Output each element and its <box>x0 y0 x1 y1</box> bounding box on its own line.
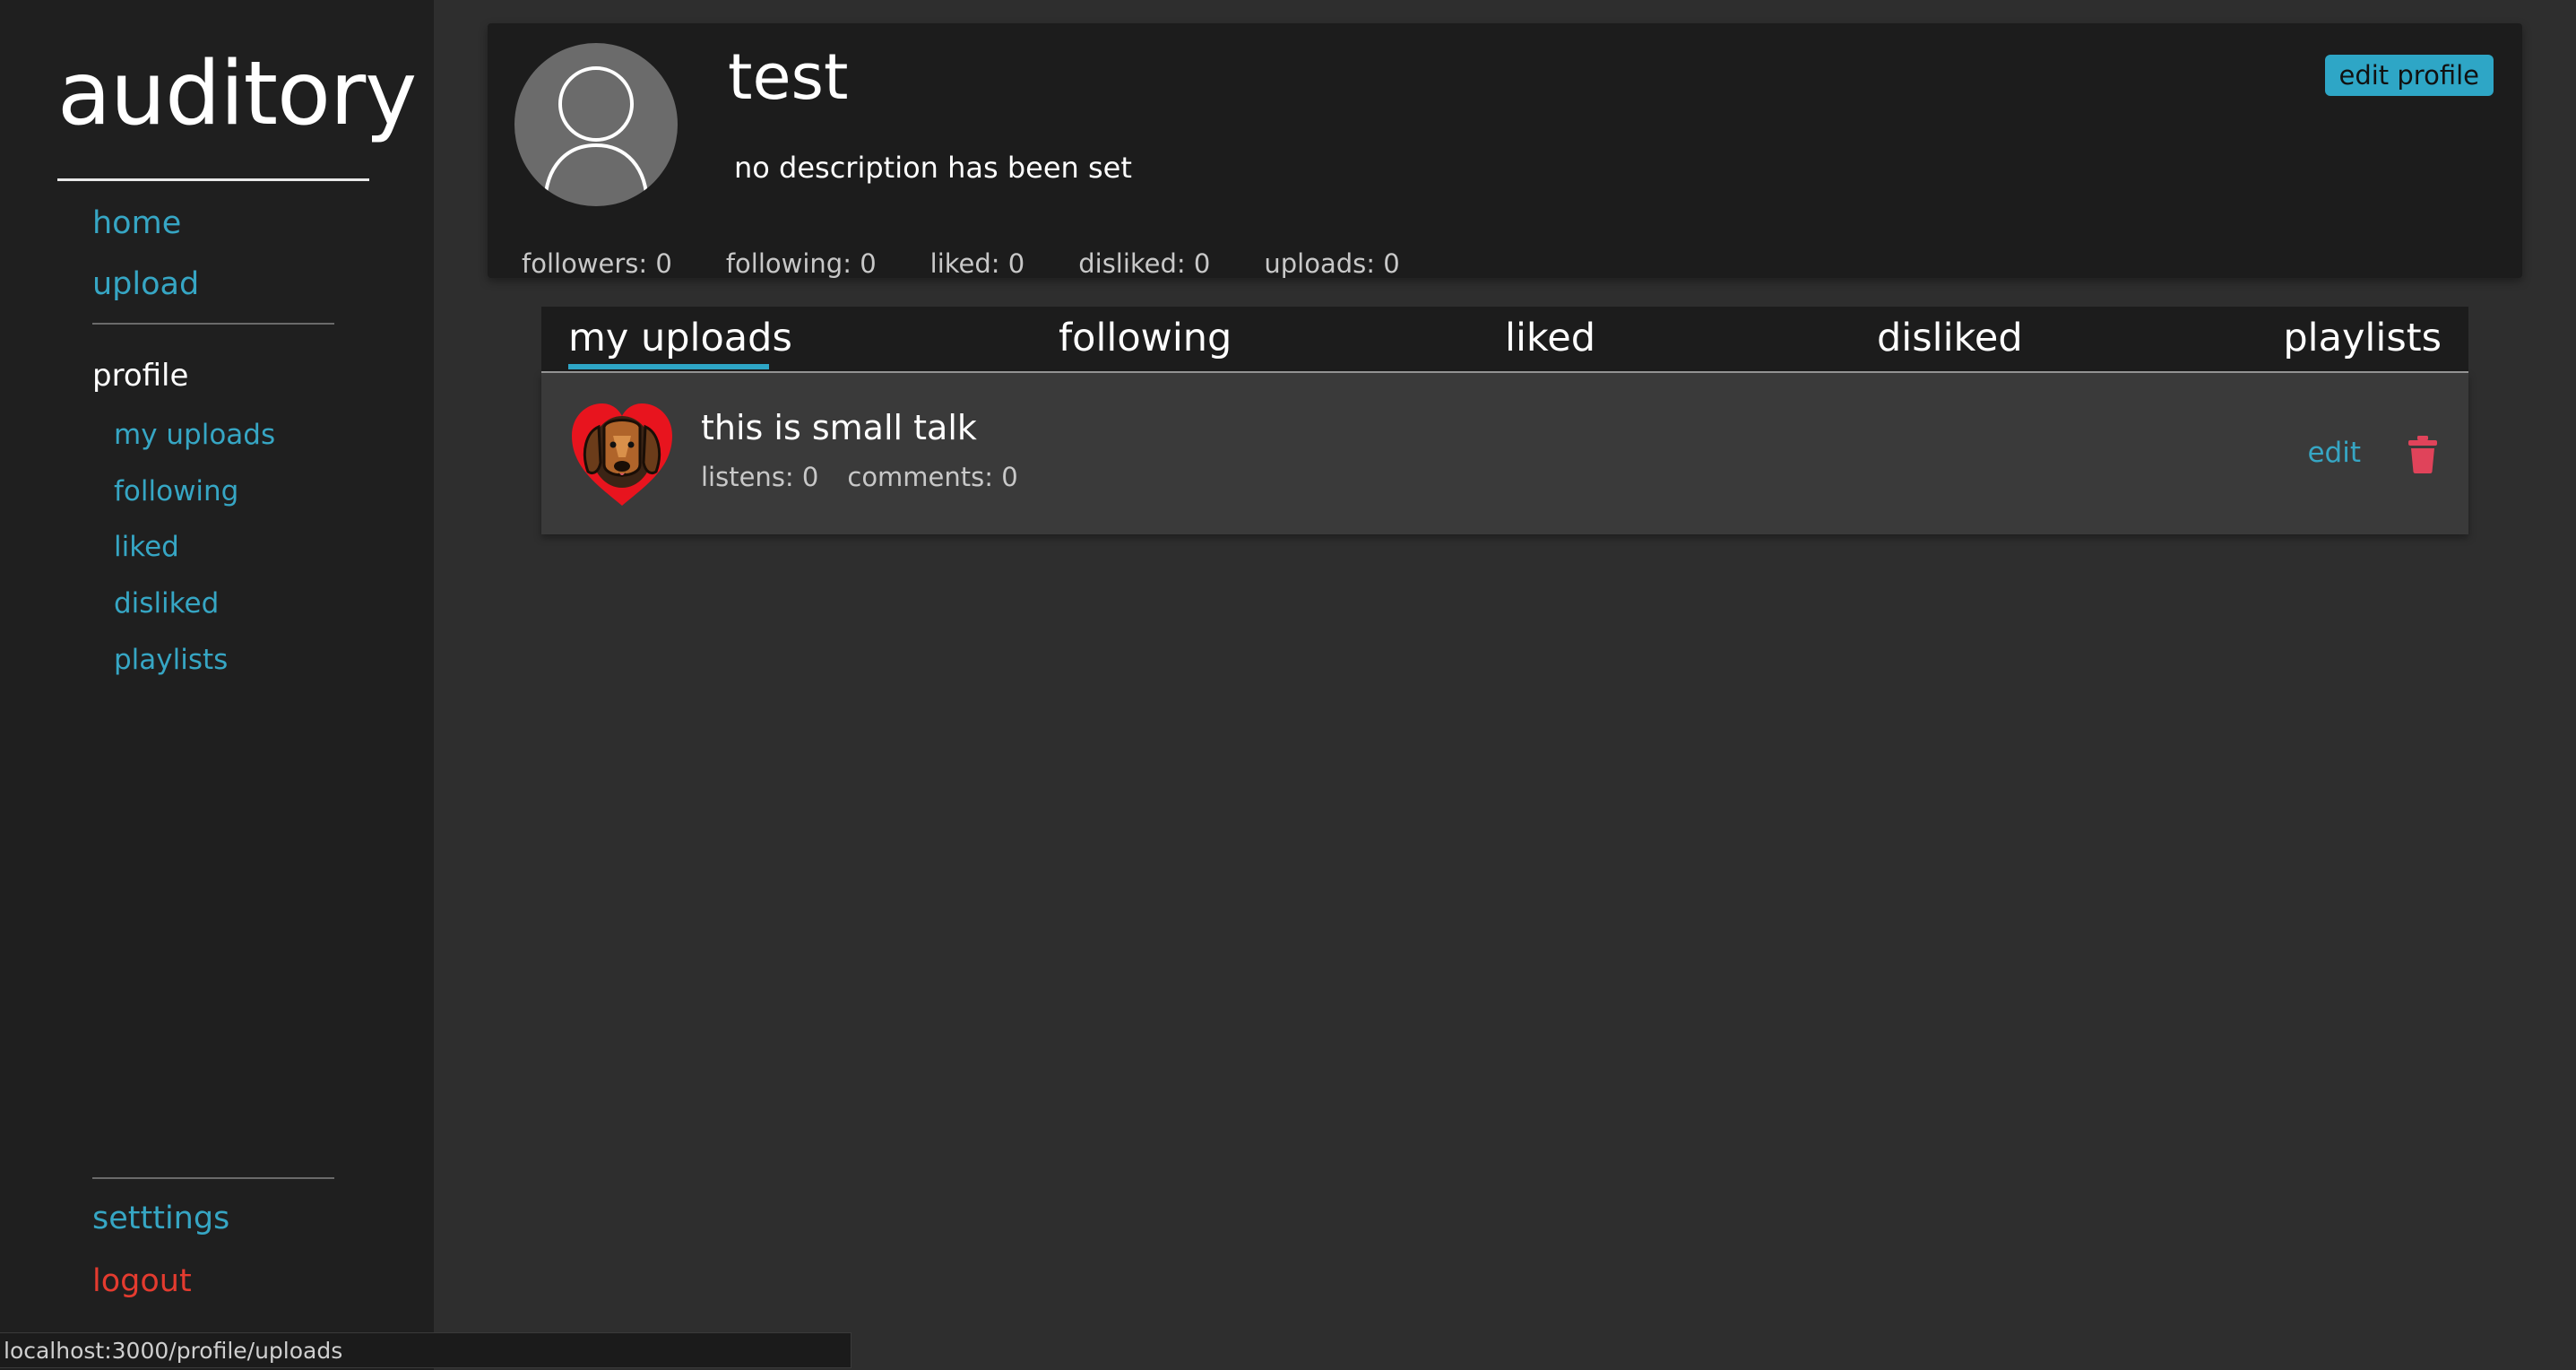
edit-profile-button[interactable]: edit profile <box>2324 55 2494 96</box>
comments-count: comments: 0 <box>847 462 1018 492</box>
uploads-count[interactable]: uploads: 0 <box>1264 251 1399 277</box>
bottom-divider <box>92 1177 334 1179</box>
logo-divider <box>57 178 369 181</box>
sidebar-item-playlists[interactable]: playlists <box>114 646 228 674</box>
followers-count[interactable]: followers: 0 <box>522 251 672 277</box>
upload-stats: listens: 0 comments: 0 <box>701 464 1018 490</box>
profile-username: test <box>728 40 849 114</box>
profile-stats: followers: 0 following: 0 liked: 0 disli… <box>522 251 1400 277</box>
upload-title[interactable]: this is small talk <box>701 411 977 445</box>
dog-heart-icon <box>572 403 672 506</box>
profile-description: no description has been set <box>734 151 1132 185</box>
profile-card: test no description has been set edit pr… <box>488 23 2522 278</box>
sidebar-item-my-uploads[interactable]: my uploads <box>114 421 275 449</box>
tab-following[interactable]: following <box>1059 319 1232 358</box>
logout-link[interactable]: logout <box>92 1266 192 1297</box>
nav-divider <box>92 323 334 325</box>
nav-home-link[interactable]: home <box>92 208 181 239</box>
tab-playlists[interactable]: playlists <box>2283 319 2442 358</box>
trash-icon[interactable] <box>2407 436 2438 473</box>
app-logo[interactable]: auditory <box>57 50 417 138</box>
listens-count: listens: 0 <box>701 462 819 492</box>
sidebar-item-disliked[interactable]: disliked <box>114 590 219 618</box>
sidebar: auditory home upload profile my uploads … <box>0 0 434 1370</box>
edit-upload-button[interactable]: edit <box>2307 439 2361 467</box>
liked-count[interactable]: liked: 0 <box>930 251 1025 277</box>
upload-list-item[interactable]: this is small talk listens: 0 comments: … <box>541 373 2468 534</box>
browser-status-url: localhost:3000/profile/uploads <box>0 1332 851 1368</box>
user-icon <box>543 66 649 206</box>
profile-tabs-panel: my uploads following liked disliked play… <box>541 307 2468 534</box>
avatar <box>514 43 678 206</box>
sidebar-item-following[interactable]: following <box>114 478 238 506</box>
sidebar-item-liked[interactable]: liked <box>114 533 179 561</box>
settings-link[interactable]: setttings <box>92 1203 229 1235</box>
nav-upload-link[interactable]: upload <box>92 269 199 300</box>
tab-disliked[interactable]: disliked <box>1877 319 2023 358</box>
profile-heading: profile <box>92 358 189 394</box>
tab-liked[interactable]: liked <box>1505 319 1595 358</box>
disliked-count[interactable]: disliked: 0 <box>1078 251 1210 277</box>
active-tab-indicator <box>568 364 769 369</box>
following-count[interactable]: following: 0 <box>726 251 877 277</box>
tab-bar: my uploads following liked disliked play… <box>541 307 2468 373</box>
tab-my-uploads[interactable]: my uploads <box>568 319 792 358</box>
